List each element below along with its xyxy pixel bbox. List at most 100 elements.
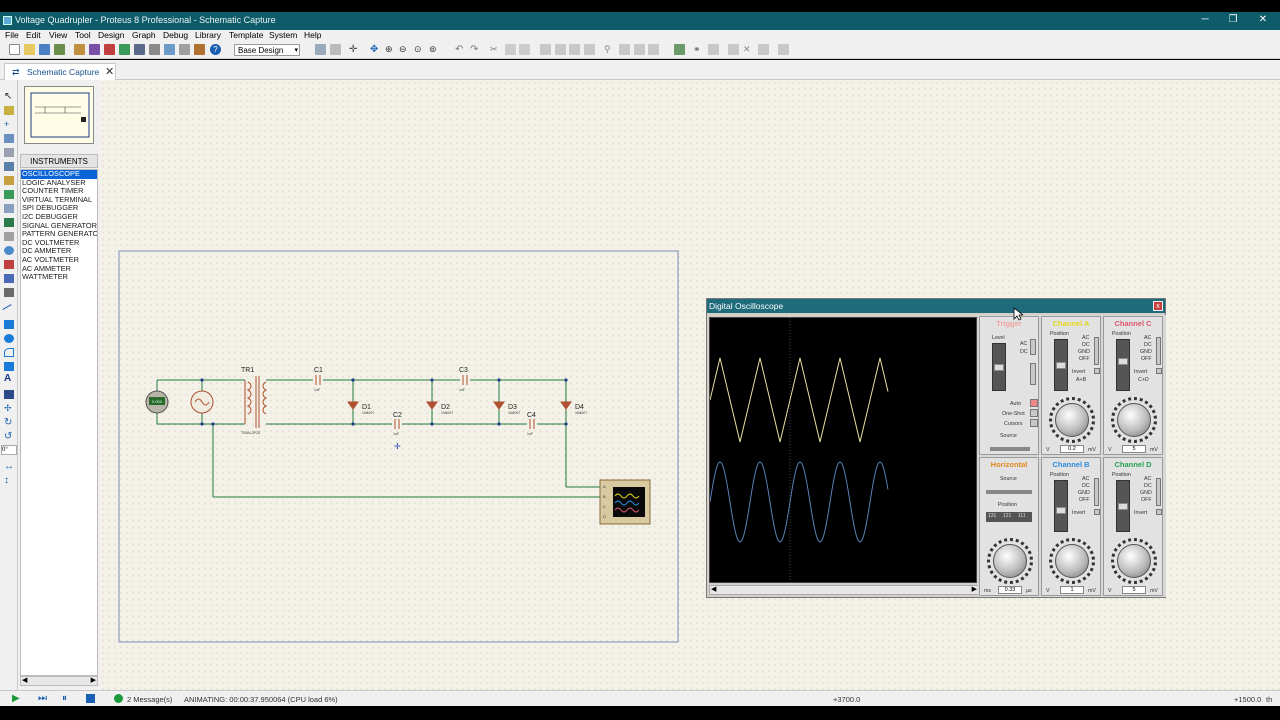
buses-mode-icon[interactable] [4, 162, 14, 171]
trigger-source-selector[interactable] [990, 447, 1030, 451]
trigger-coupling-switch[interactable] [1030, 339, 1036, 355]
horizontal-position-slider[interactable]: 131 121 111 [986, 512, 1032, 522]
menu-debug[interactable]: Debug [163, 30, 188, 40]
origin-icon[interactable]: ✛ [349, 44, 360, 55]
instrument-ac-ammeter[interactable]: AC AMMETER [21, 265, 97, 274]
refresh-icon[interactable] [315, 44, 326, 55]
stop-button[interactable] [86, 694, 95, 703]
pick-device-icon[interactable]: ⚲ [604, 44, 615, 55]
current-probe-icon[interactable] [4, 274, 14, 283]
instrument-wattmeter[interactable]: WATTMETER [21, 273, 97, 282]
instrument-i2c-debugger[interactable]: I2C DEBUGGER [21, 213, 97, 222]
close-window-button[interactable]: ✕ [1253, 14, 1273, 28]
device-pins-mode-icon[interactable] [4, 204, 14, 213]
osc-scroll-left-icon[interactable]: ◀ [711, 585, 716, 593]
trigger-auto-checkbox[interactable] [1030, 399, 1038, 407]
channel-c-position-thumb[interactable] [1118, 358, 1128, 365]
channel-d-position-thumb[interactable] [1118, 503, 1128, 510]
instrument-counter-timer[interactable]: COUNTER TIMER [21, 187, 97, 196]
schematic-icon[interactable] [89, 44, 100, 55]
redo-icon[interactable]: ↷ [470, 44, 481, 55]
save-all-icon[interactable] [54, 44, 65, 55]
maximize-button[interactable]: ❐ [1223, 14, 1243, 28]
design-select[interactable]: Base Design ▾ [234, 44, 300, 56]
step-button[interactable]: ⏭ [38, 693, 47, 704]
overview-window[interactable] [24, 86, 94, 144]
zoom-out-icon[interactable]: ⊖ [399, 44, 410, 55]
decompose-icon[interactable] [648, 44, 659, 55]
menu-view[interactable]: View [49, 30, 67, 40]
exit-to-parent-icon[interactable] [758, 44, 769, 55]
new-sheet-icon[interactable] [728, 44, 739, 55]
menu-help[interactable]: Help [304, 30, 321, 40]
graph-mode-icon[interactable] [4, 218, 14, 227]
selection-mode-icon[interactable]: ↖ [4, 92, 14, 102]
minimize-button[interactable]: ─ [1195, 14, 1215, 28]
line-mode-icon[interactable] [2, 304, 16, 317]
rotate-cw-icon[interactable]: ↻ [4, 418, 14, 428]
instrument-dc-voltmeter[interactable]: DC VOLTMETER [21, 239, 97, 248]
block-rotate-icon[interactable] [569, 44, 580, 55]
trigger-level-slider[interactable] [992, 343, 1006, 391]
osc-scroll-right-icon[interactable]: ▶ [972, 585, 977, 593]
junction-mode-icon[interactable]: + [4, 120, 14, 129]
design-explorer-icon[interactable] [164, 44, 175, 55]
home-icon[interactable] [74, 44, 85, 55]
menu-design[interactable]: Design [98, 30, 124, 40]
channel-a-coupling-switch[interactable] [1094, 337, 1099, 365]
oscilloscope-close-button[interactable]: x [1153, 301, 1163, 311]
channel-b-coupling-switch[interactable] [1094, 478, 1099, 506]
wire-label-mode-icon[interactable] [4, 134, 14, 143]
gerber-icon[interactable] [134, 44, 145, 55]
marker-mode-icon[interactable]: ✢ [4, 404, 14, 413]
oscilloscope-title-bar[interactable]: Digital Oscilloscope [707, 299, 1165, 313]
instrument-oscilloscope[interactable]: OSCILLOSCOPE [21, 170, 97, 179]
source-code-icon[interactable] [179, 44, 190, 55]
instrument-dc-ammeter[interactable]: DC AMMETER [21, 247, 97, 256]
instrument-logic-analyser[interactable]: LOGIC ANALYSER [21, 179, 97, 188]
wire-autorouter-icon[interactable] [674, 44, 685, 55]
copy-icon[interactable] [505, 44, 516, 55]
cut-icon[interactable]: ✂ [490, 44, 501, 55]
channel-c-coupling-switch[interactable] [1156, 337, 1161, 365]
tab-schematic-capture[interactable]: ⇄ Schematic Capture ✕ [4, 63, 116, 80]
trigger-edge-switch[interactable] [1030, 363, 1036, 385]
instruments-hscroll[interactable]: ◀ ▶ [20, 676, 98, 686]
close-tab-icon[interactable]: ✕ [105, 65, 114, 78]
instrument-ac-voltmeter[interactable]: AC VOLTMETER [21, 256, 97, 265]
pause-button[interactable]: ⏸ [62, 693, 67, 704]
trigger-level-thumb[interactable] [994, 364, 1004, 371]
status-messages[interactable]: 2 Message(s) [127, 695, 172, 704]
channel-b-position-thumb[interactable] [1056, 507, 1066, 514]
oscilloscope-hscroll[interactable]: ◀ ▶ [709, 585, 979, 595]
generator-mode-icon[interactable] [4, 246, 14, 255]
box-mode-icon[interactable] [4, 320, 14, 329]
remove-sheet-icon[interactable]: ✕ [743, 44, 754, 55]
block-delete-icon[interactable] [584, 44, 595, 55]
channel-c-invert-checkbox[interactable] [1156, 368, 1162, 374]
paste-icon[interactable] [519, 44, 530, 55]
zoom-area-icon[interactable]: ⊚ [429, 44, 440, 55]
make-device-icon[interactable] [619, 44, 630, 55]
channel-c-volts-knob[interactable] [1117, 403, 1151, 437]
project-notes-icon[interactable] [194, 44, 205, 55]
text-mode-icon[interactable]: A [4, 374, 14, 384]
voltage-probe-icon[interactable] [4, 260, 14, 269]
virtual-instruments-icon[interactable] [4, 288, 14, 297]
menu-library[interactable]: Library [195, 30, 221, 40]
scroll-left-icon[interactable]: ◀ [22, 676, 27, 684]
channel-d-invert-checkbox[interactable] [1156, 509, 1162, 515]
channel-a-invert-checkbox[interactable] [1094, 368, 1100, 374]
horizontal-time-knob[interactable] [993, 544, 1027, 578]
mirror-x-icon[interactable]: ↔ [4, 462, 14, 472]
menu-graph[interactable]: Graph [132, 30, 156, 40]
circle-mode-icon[interactable] [4, 334, 14, 343]
undo-icon[interactable]: ↶ [455, 44, 466, 55]
zoom-all-icon[interactable]: ⊙ [414, 44, 425, 55]
menu-file[interactable]: File [5, 30, 19, 40]
block-move-icon[interactable] [555, 44, 566, 55]
packaging-tool-icon[interactable] [634, 44, 645, 55]
terminals-mode-icon[interactable] [4, 190, 14, 199]
rotation-angle-field[interactable]: 0° [1, 445, 17, 455]
oscilloscope-window[interactable]: Digital Oscilloscope x ◀ ▶ Trigger Level… [706, 298, 1166, 598]
